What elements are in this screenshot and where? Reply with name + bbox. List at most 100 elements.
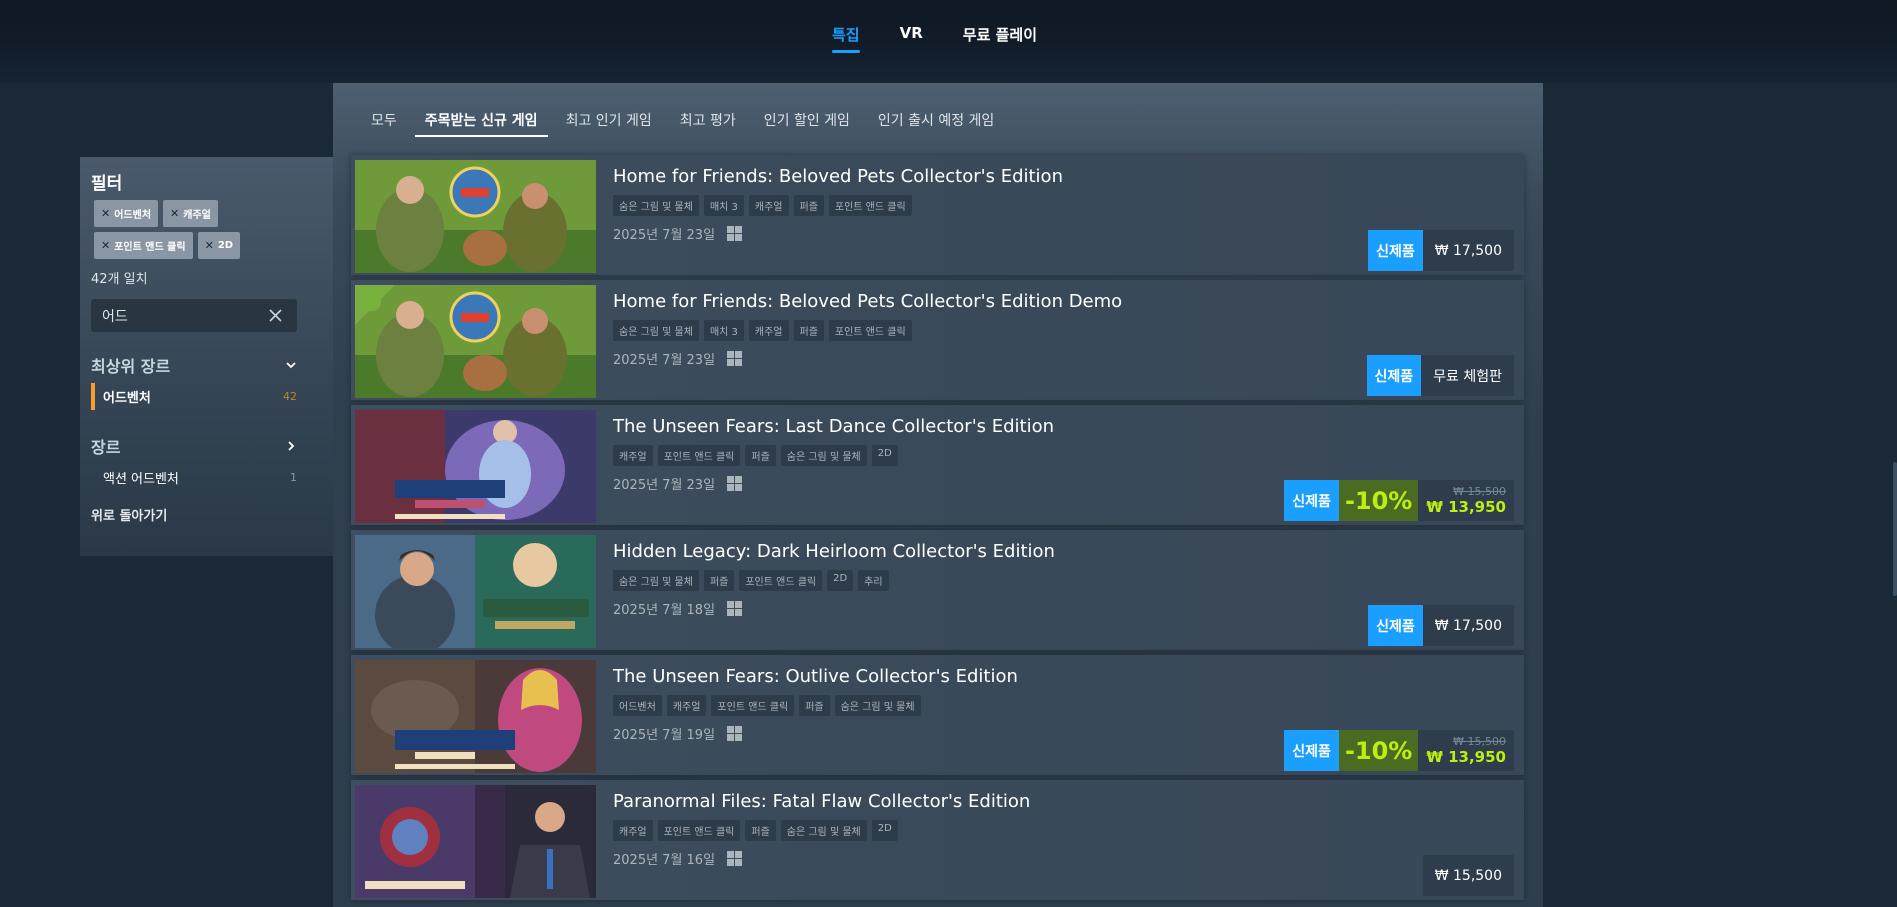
windows-icon — [727, 351, 743, 366]
game-tag[interactable]: 포인트 앤드 클릭 — [657, 445, 741, 466]
game-tag[interactable]: 숨은 그림 및 물체 — [613, 195, 699, 216]
tab-new-noteworthy[interactable]: 주목받는 신규 게임 — [412, 110, 551, 137]
tag-search-box — [91, 299, 297, 332]
game-tag[interactable]: 포인트 앤드 클릭 — [711, 695, 795, 716]
facet-count: 1 — [290, 471, 297, 484]
price: ₩ 17,500 — [1422, 230, 1514, 271]
game-tag[interactable]: 2D — [827, 570, 854, 591]
game-tag[interactable]: 포인트 앤드 클릭 — [828, 320, 912, 341]
game-capsule-image[interactable] — [355, 410, 596, 523]
game-capsule-image[interactable] — [355, 660, 596, 773]
game-tags: 캐주얼 포인트 앤드 클릭 퍼즐 숨은 그림 및 물체 2D — [613, 445, 898, 466]
filter-panel: 필터 ✕어드벤처 ✕캐주얼 ✕포인트 앤드 클릭 ✕2D 42개 일치 최상위 … — [80, 157, 333, 556]
game-tag[interactable]: 퍼즐 — [745, 820, 776, 841]
filter-chip-adventure[interactable]: ✕ 어드벤처 — [94, 200, 159, 227]
new-badge: 신제품 — [1366, 355, 1422, 396]
release-date: 2025년 7월 19일 — [613, 724, 743, 743]
tab-popular-discounts[interactable]: 인기 할인 게임 — [751, 110, 863, 137]
tab-top-rated[interactable]: 최고 평가 — [667, 110, 749, 137]
game-title[interactable]: The Unseen Fears: Outlive Collector's Ed… — [613, 666, 1018, 687]
windows-icon — [727, 476, 743, 491]
game-capsule-image[interactable] — [355, 160, 596, 273]
game-tag[interactable]: 퍼즐 — [793, 195, 824, 216]
game-tag[interactable]: 숨은 그림 및 물체 — [780, 820, 867, 841]
game-tag[interactable]: 캐주얼 — [748, 195, 789, 216]
top-tab-featured[interactable]: 특집 — [832, 24, 860, 53]
new-badge: 신제품 — [1284, 480, 1339, 521]
game-title[interactable]: Hidden Legacy: Dark Heirloom Collector's… — [613, 541, 1055, 562]
genre-action-adventure[interactable]: 액션 어드벤처 1 — [91, 468, 297, 487]
final-price: ₩ 13,950 — [1426, 498, 1506, 516]
game-tag[interactable]: 숨은 그림 및 물체 — [780, 445, 867, 466]
filter-chip-2d[interactable]: ✕ 2D — [197, 232, 241, 259]
game-tag[interactable]: 숨은 그림 및 물체 — [613, 320, 699, 341]
game-capsule-image[interactable] — [355, 535, 596, 648]
game-row[interactable]: The Unseen Fears: Outlive Collector's Ed… — [351, 655, 1524, 775]
game-tag[interactable]: 캐주얼 — [613, 445, 653, 466]
top-tab-free-to-play[interactable]: 무료 플레이 — [963, 24, 1037, 53]
back-to-top-link[interactable]: 위로 돌아가기 — [91, 505, 322, 524]
close-icon[interactable] — [268, 308, 283, 323]
game-title[interactable]: The Unseen Fears: Last Dance Collector's… — [613, 416, 1054, 437]
game-tag[interactable]: 2D — [871, 820, 898, 841]
game-row[interactable]: Paranormal Files: Fatal Flaw Collector's… — [351, 780, 1524, 900]
game-tag[interactable]: 캐주얼 — [613, 820, 653, 841]
game-tag[interactable]: 매치 3 — [703, 320, 744, 341]
genre-heading[interactable]: 장르 — [91, 434, 297, 458]
price-area[interactable]: 신제품 ₩ 17,500 — [1368, 605, 1514, 646]
game-tag[interactable]: 퍼즐 — [703, 570, 735, 591]
discount-percent: -10% — [1338, 730, 1419, 771]
release-date-text: 2025년 7월 19일 — [613, 728, 716, 743]
game-tag[interactable]: 퍼즐 — [745, 445, 776, 466]
game-tag[interactable]: 매치 3 — [703, 195, 744, 216]
game-tag[interactable]: 캐주얼 — [748, 320, 789, 341]
game-row[interactable]: Home for Friends: Beloved Pets Collector… — [351, 155, 1524, 275]
game-tag[interactable]: 어드벤처 — [613, 695, 662, 716]
game-tag[interactable]: 캐주얼 — [666, 695, 707, 716]
game-tag[interactable]: 포인트 앤드 클릭 — [739, 570, 823, 591]
top-genre-heading[interactable]: 최상위 장르 — [91, 353, 297, 377]
game-tag[interactable]: 퍼즐 — [793, 320, 824, 341]
tab-top-sellers[interactable]: 최고 인기 게임 — [553, 110, 665, 137]
release-date: 2025년 7월 18일 — [613, 599, 743, 618]
filter-chip-casual[interactable]: ✕ 캐주얼 — [163, 200, 218, 227]
game-tags: 캐주얼 포인트 앤드 클릭 퍼즐 숨은 그림 및 물체 2D — [613, 820, 898, 841]
game-tag[interactable]: 추리 — [858, 570, 889, 591]
top-tabs: 특집 VR 무료 플레이 — [832, 24, 1037, 53]
price-area[interactable]: 신제품 -10% ₩ 15,500 ₩ 13,950 — [1284, 730, 1514, 771]
top-genre-adventure[interactable]: 어드벤처 42 — [91, 383, 297, 410]
tag-search-input[interactable] — [102, 307, 252, 324]
tab-all[interactable]: 모두 — [337, 110, 410, 137]
final-price: ₩ 13,950 — [1426, 748, 1506, 766]
game-row[interactable]: The Unseen Fears: Last Dance Collector's… — [351, 405, 1524, 525]
game-capsule-image[interactable] — [355, 285, 596, 398]
game-tag[interactable]: 포인트 앤드 클릭 — [828, 195, 912, 216]
game-tag[interactable]: 퍼즐 — [799, 695, 830, 716]
demo-icon — [363, 293, 381, 311]
tab-popular-upcoming[interactable]: 인기 출시 예정 게임 — [865, 110, 1007, 137]
genre-heading-label: 장르 — [91, 438, 121, 457]
discount-percent: -10% — [1338, 480, 1419, 521]
windows-icon — [727, 726, 743, 741]
game-capsule-image[interactable] — [355, 785, 596, 898]
game-tag[interactable]: 포인트 앤드 클릭 — [657, 820, 741, 841]
game-title[interactable]: Home for Friends: Beloved Pets Collector… — [613, 166, 1063, 187]
filter-title: 필터 — [91, 174, 123, 194]
page-scrollbar[interactable] — [1893, 462, 1897, 596]
game-row[interactable]: Home for Friends: Beloved Pets Collector… — [351, 280, 1524, 400]
game-title[interactable]: Home for Friends: Beloved Pets Collector… — [613, 291, 1122, 312]
game-tag[interactable]: 2D — [871, 445, 898, 466]
price-area[interactable]: ₩ 15,500 — [1422, 855, 1514, 896]
game-tag[interactable]: 숨은 그림 및 물체 — [834, 695, 921, 716]
top-tab-vr[interactable]: VR — [900, 24, 923, 53]
price-area[interactable]: 신제품 ₩ 17,500 — [1368, 230, 1514, 271]
filter-chip-point-and-click[interactable]: ✕ 포인트 앤드 클릭 — [94, 232, 193, 259]
price-area[interactable]: 신제품 무료 체험판 — [1366, 355, 1514, 396]
game-title[interactable]: Paranormal Files: Fatal Flaw Collector's… — [613, 791, 1030, 812]
game-row[interactable]: Hidden Legacy: Dark Heirloom Collector's… — [351, 530, 1524, 650]
right-background — [1543, 83, 1897, 907]
match-count: 42개 일치 — [91, 272, 148, 287]
price-area[interactable]: 신제품 -10% ₩ 15,500 ₩ 13,950 — [1284, 480, 1514, 521]
game-tag[interactable]: 숨은 그림 및 물체 — [613, 570, 699, 591]
main-content: 모두 주목받는 신규 게임 최고 인기 게임 최고 평가 인기 할인 게임 인기… — [333, 83, 1543, 907]
